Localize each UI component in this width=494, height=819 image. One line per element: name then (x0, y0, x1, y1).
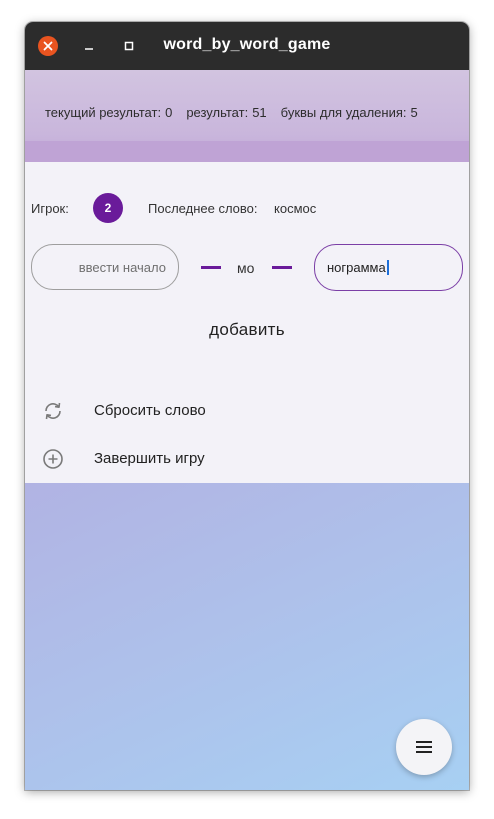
header-strip (25, 141, 469, 162)
finish-game-label: Завершить игру (94, 450, 205, 467)
player-row: Игрок: 2 Последнее слово: космос (31, 193, 461, 225)
letters-to-remove-label: буквы для удаления: (280, 105, 407, 120)
menu-fab[interactable] (396, 719, 452, 775)
add-button[interactable]: добавить (185, 320, 309, 348)
window-title: word_by_word_game (163, 36, 331, 53)
current-result-label: текущий результат: (45, 105, 162, 120)
result-value: 51 (252, 105, 267, 120)
prefix-input[interactable]: ввести начало (31, 244, 179, 290)
player-badge: 2 (93, 193, 123, 223)
suffix-value: нограмма (327, 260, 386, 275)
refresh-icon (45, 402, 61, 420)
dash-right (272, 266, 292, 269)
suffix-input[interactable]: нограмма (314, 244, 463, 291)
reset-word-item[interactable]: Сбросить слово (25, 389, 469, 433)
reset-word-label: Сбросить слово (94, 402, 206, 419)
title-bar: word_by_word_game (25, 22, 469, 70)
last-word-label: Последнее слово: (148, 201, 258, 216)
prefix-placeholder: ввести начало (78, 260, 166, 275)
finish-game-item[interactable]: Завершить игру (25, 437, 469, 481)
app-window: word_by_word_game текущий результат: 0 рез… (25, 22, 469, 790)
add-circle-icon (43, 449, 63, 469)
dash-left (201, 266, 221, 269)
current-result-value: 0 (165, 105, 173, 120)
menu-icon (416, 741, 432, 753)
text-caret (386, 260, 389, 275)
last-word-value: космос (274, 201, 317, 216)
letters-to-remove-value: 5 (410, 105, 418, 120)
result-label: результат: (186, 105, 249, 120)
player-label: Игрок: (31, 201, 69, 216)
score-row: текущий результат: 0 результат: 51 буквы для… (45, 105, 449, 123)
middle-letters: мо (237, 260, 255, 276)
